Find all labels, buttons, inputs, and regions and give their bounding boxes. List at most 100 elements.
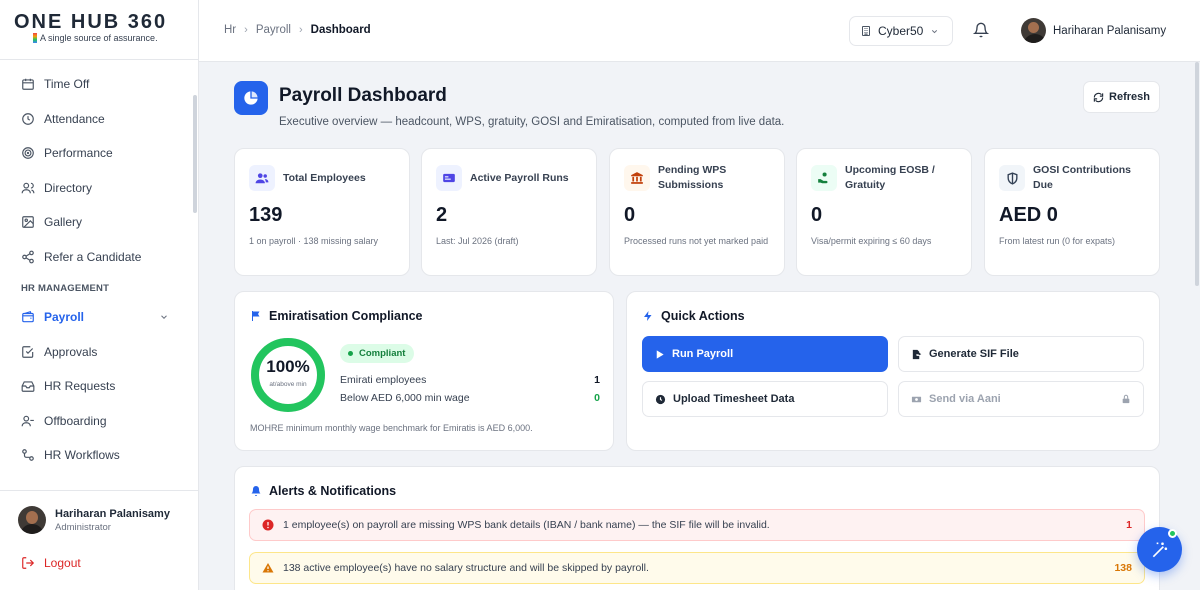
sidebar-item-label: Attendance	[44, 111, 105, 126]
workflow-icon	[22, 449, 34, 462]
flag-icon	[252, 311, 260, 321]
bell-icon	[251, 486, 261, 496]
emiratisation-note: MOHRE minimum monthly wage benchmark for…	[250, 423, 533, 433]
image-icon	[22, 216, 34, 229]
stat-note: Visa/permit expiring ≤ 60 days	[811, 236, 932, 246]
quick-actions-card: Quick Actions Run Payroll Generate SIF F…	[626, 291, 1160, 451]
sidebar-scrollbar[interactable]	[193, 95, 197, 213]
page-subtitle: Executive overview — headcount, WPS, gra…	[279, 116, 785, 128]
sidebar-divider	[0, 59, 199, 60]
chevron-down-icon[interactable]	[159, 312, 169, 322]
main-scrollbar[interactable]	[1195, 62, 1199, 286]
sidebar-item-label: Time Off	[44, 77, 90, 92]
page-title: Payroll Dashboard	[279, 85, 447, 106]
status-dot-icon	[348, 351, 353, 356]
status-badge-label: Compliant	[359, 348, 406, 359]
alert-item-warning[interactable]: 138 active employee(s) have no salary st…	[249, 552, 1145, 584]
hand-coin-icon	[811, 165, 837, 191]
bank-icon	[624, 165, 650, 191]
sidebar-item-label: Gallery	[44, 215, 83, 230]
stat-note: Processed runs not yet marked paid	[624, 236, 769, 246]
generate-sif-button[interactable]: Generate SIF File	[898, 336, 1144, 372]
lock-icon	[1122, 394, 1130, 404]
sidebar-item-hr-workflows[interactable]: HR Workflows	[0, 438, 193, 473]
shield-icon	[999, 165, 1025, 191]
row-value: 0	[594, 392, 600, 404]
breadcrumb-current: Dashboard	[310, 24, 371, 36]
refresh-icon	[1093, 92, 1104, 102]
sidebar: ONE HUB 360 A single source of assurance…	[0, 0, 199, 590]
logo-text: ONE HUB 360	[14, 11, 168, 33]
sidebar-item-refer-candidate[interactable]: Refer a Candidate	[0, 240, 193, 275]
alerts-title: Alerts & Notifications	[250, 484, 396, 498]
refresh-button[interactable]: Refresh	[1083, 81, 1160, 113]
sidebar-item-performance[interactable]: Performance	[0, 136, 193, 171]
logo-tagline: A single source of assurance.	[14, 33, 167, 43]
alert-item-error[interactable]: 1 employee(s) on payroll are missing WPS…	[249, 509, 1145, 541]
play-icon	[656, 349, 664, 359]
below-min-wage-row: Below AED 6,000 min wage 0	[340, 392, 600, 404]
stat-value: AED 0	[999, 204, 1058, 226]
sidebar-item-gallery[interactable]: Gallery	[0, 205, 193, 240]
avatar	[18, 506, 46, 534]
refresh-label: Refresh	[1109, 91, 1150, 103]
run-payroll-label: Run Payroll	[672, 348, 734, 360]
sidebar-item-label: Performance	[44, 146, 113, 161]
stat-label: Active Payroll Runs	[470, 171, 569, 184]
compliance-percent: 100%	[266, 357, 310, 376]
quick-actions-title: Quick Actions	[642, 309, 745, 323]
row-label: Below AED 6,000 min wage	[340, 392, 470, 404]
sidebar-item-time-off[interactable]: Time Off	[0, 67, 193, 102]
sidebar-item-approvals[interactable]: Approvals	[0, 335, 193, 370]
tenant-selector[interactable]: Cyber50	[849, 16, 953, 46]
sidebar-item-hr-requests[interactable]: HR Requests	[0, 369, 193, 404]
sidebar-user-role: Administrator	[55, 521, 111, 533]
breadcrumb-item[interactable]: Hr	[224, 24, 236, 36]
lightning-icon	[644, 311, 652, 321]
emiratisation-title: Emiratisation Compliance	[250, 309, 423, 323]
online-indicator	[1168, 529, 1177, 538]
stat-label: Upcoming EOSB / Gratuity	[845, 164, 935, 191]
generate-sif-label: Generate SIF File	[929, 348, 1019, 360]
stat-note: Last: Jul 2026 (draft)	[436, 236, 519, 246]
notification-bell-icon[interactable]	[973, 22, 989, 38]
sidebar-item-label: Directory	[44, 180, 93, 195]
users-icon	[249, 165, 275, 191]
pie-chart-icon	[234, 81, 268, 115]
emirati-employees-row: Emirati employees 1	[340, 374, 600, 386]
breadcrumb-separator-icon: ›	[298, 24, 303, 36]
sidebar-item-directory[interactable]: Directory	[0, 171, 193, 206]
sidebar-item-attendance[interactable]: Attendance	[0, 102, 193, 137]
logout-icon	[22, 557, 35, 569]
quick-actions-title-text: Quick Actions	[661, 309, 745, 323]
magic-wand-icon	[1152, 542, 1167, 557]
header-user-menu[interactable]: Hariharan Palanisamy	[1021, 18, 1166, 43]
sidebar-divider	[0, 490, 199, 491]
upload-timesheet-button[interactable]: Upload Timesheet Data	[642, 381, 888, 417]
alert-count: 138	[1114, 562, 1132, 574]
send-via-aani-button[interactable]: Send via Aani	[898, 381, 1144, 417]
brand-logo[interactable]: ONE HUB 360 A single source of assurance…	[14, 12, 167, 43]
breadcrumb-item[interactable]: Payroll	[256, 24, 291, 36]
target-icon	[22, 147, 34, 160]
user-minus-icon	[21, 415, 34, 427]
users-icon	[21, 182, 35, 194]
file-export-icon	[912, 349, 922, 359]
sidebar-item-label: Payroll	[44, 310, 85, 325]
sidebar-item-label: HR Requests	[44, 379, 116, 394]
upload-timesheet-label: Upload Timesheet Data	[673, 393, 795, 405]
id-card-icon	[436, 165, 462, 191]
run-payroll-button[interactable]: Run Payroll	[642, 336, 888, 372]
sidebar-user[interactable]: Hariharan Palanisamy Administrator	[18, 506, 170, 534]
chevron-down-icon	[932, 29, 938, 33]
breadcrumb-separator-icon: ›	[244, 24, 248, 36]
logout-button[interactable]: Logout	[21, 556, 81, 570]
wallet-icon	[22, 311, 34, 323]
sidebar-item-offboarding[interactable]: Offboarding	[0, 404, 193, 439]
stat-label: Pending WPS Submissions	[658, 164, 727, 191]
stat-note: From latest run (0 for expats)	[999, 236, 1116, 246]
stat-value: 139	[249, 204, 283, 226]
compliance-ring-caption: at/above min	[269, 381, 307, 388]
stat-label: GOSI Contributions Due	[1033, 164, 1131, 191]
sidebar-item-payroll[interactable]: Payroll	[0, 300, 193, 335]
